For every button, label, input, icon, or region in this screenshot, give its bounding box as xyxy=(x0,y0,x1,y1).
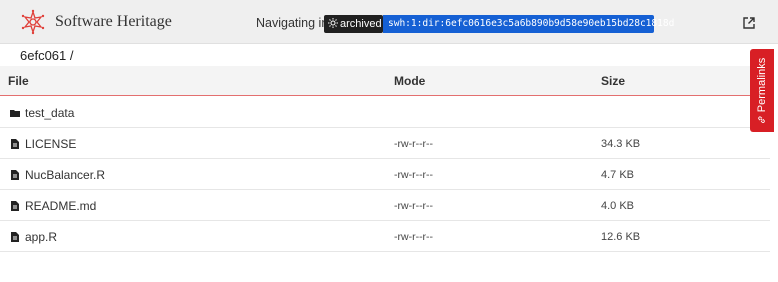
brand-name[interactable]: Software Heritage xyxy=(55,13,172,31)
swhid-badge[interactable]: swh:1:dir:6efc0616e3c5a6b890b9d58e90eb15… xyxy=(383,15,674,33)
archived-badge: archived xyxy=(324,15,383,33)
file-name[interactable]: app.R xyxy=(25,230,57,244)
table-row[interactable]: test_data xyxy=(0,97,770,128)
column-header-mode[interactable]: Mode xyxy=(394,74,425,88)
file-icon xyxy=(11,170,19,180)
mode-cell: -rw-r--r-- xyxy=(394,231,434,243)
link-icon xyxy=(758,115,765,123)
file-name-cell[interactable]: README.md xyxy=(10,199,96,213)
mode-cell: -rw-r--r-- xyxy=(394,138,434,150)
folder-icon xyxy=(10,110,20,117)
size-cell: 4.7 KB xyxy=(601,169,635,181)
table-row[interactable]: NucBalancer.R -rw-r--r-- 4.7 KB xyxy=(0,159,770,190)
size-cell: 34.3 KB xyxy=(601,138,641,150)
software-heritage-logo-icon[interactable] xyxy=(20,9,46,35)
file-name-cell[interactable]: app.R xyxy=(10,230,57,244)
table-row[interactable]: app.R -rw-r--r-- 12.6 KB xyxy=(0,221,770,252)
file-name-cell[interactable]: LICENSE xyxy=(10,137,76,151)
file-icon xyxy=(11,139,19,149)
mode-cell: -rw-r--r-- xyxy=(394,169,434,181)
sun-icon xyxy=(328,18,338,28)
file-name[interactable]: NucBalancer.R xyxy=(25,168,105,182)
column-header-file[interactable]: File xyxy=(8,74,29,88)
table-header: File Mode Size xyxy=(0,66,770,96)
file-name-cell[interactable]: test_data xyxy=(10,106,74,120)
table-row[interactable]: LICENSE -rw-r--r-- 34.3 KB xyxy=(0,128,770,159)
file-icon xyxy=(11,232,19,242)
file-name-cell[interactable]: NucBalancer.R xyxy=(10,168,105,182)
navigating-label: Navigating in xyxy=(256,16,329,30)
file-name[interactable]: test_data xyxy=(25,106,74,120)
top-header: Software Heritage Navigating in archived… xyxy=(0,0,778,44)
file-icon xyxy=(11,201,19,211)
external-link-icon[interactable] xyxy=(743,17,755,29)
file-name[interactable]: README.md xyxy=(25,199,96,213)
column-header-size[interactable]: Size xyxy=(601,74,625,88)
permalinks-tab[interactable]: Permalinks xyxy=(750,49,774,132)
mode-cell: -rw-r--r-- xyxy=(394,200,434,212)
size-cell: 12.6 KB xyxy=(601,231,641,243)
size-cell: 4.0 KB xyxy=(601,200,635,212)
table-row[interactable]: README.md -rw-r--r-- 4.0 KB xyxy=(0,190,770,221)
permalinks-label: Permalinks xyxy=(756,57,768,123)
permalinks-text: Permalinks xyxy=(756,57,768,112)
breadcrumb[interactable]: 6efc061 / xyxy=(20,48,74,63)
archived-label: archived xyxy=(340,18,382,30)
file-name[interactable]: LICENSE xyxy=(25,137,76,151)
